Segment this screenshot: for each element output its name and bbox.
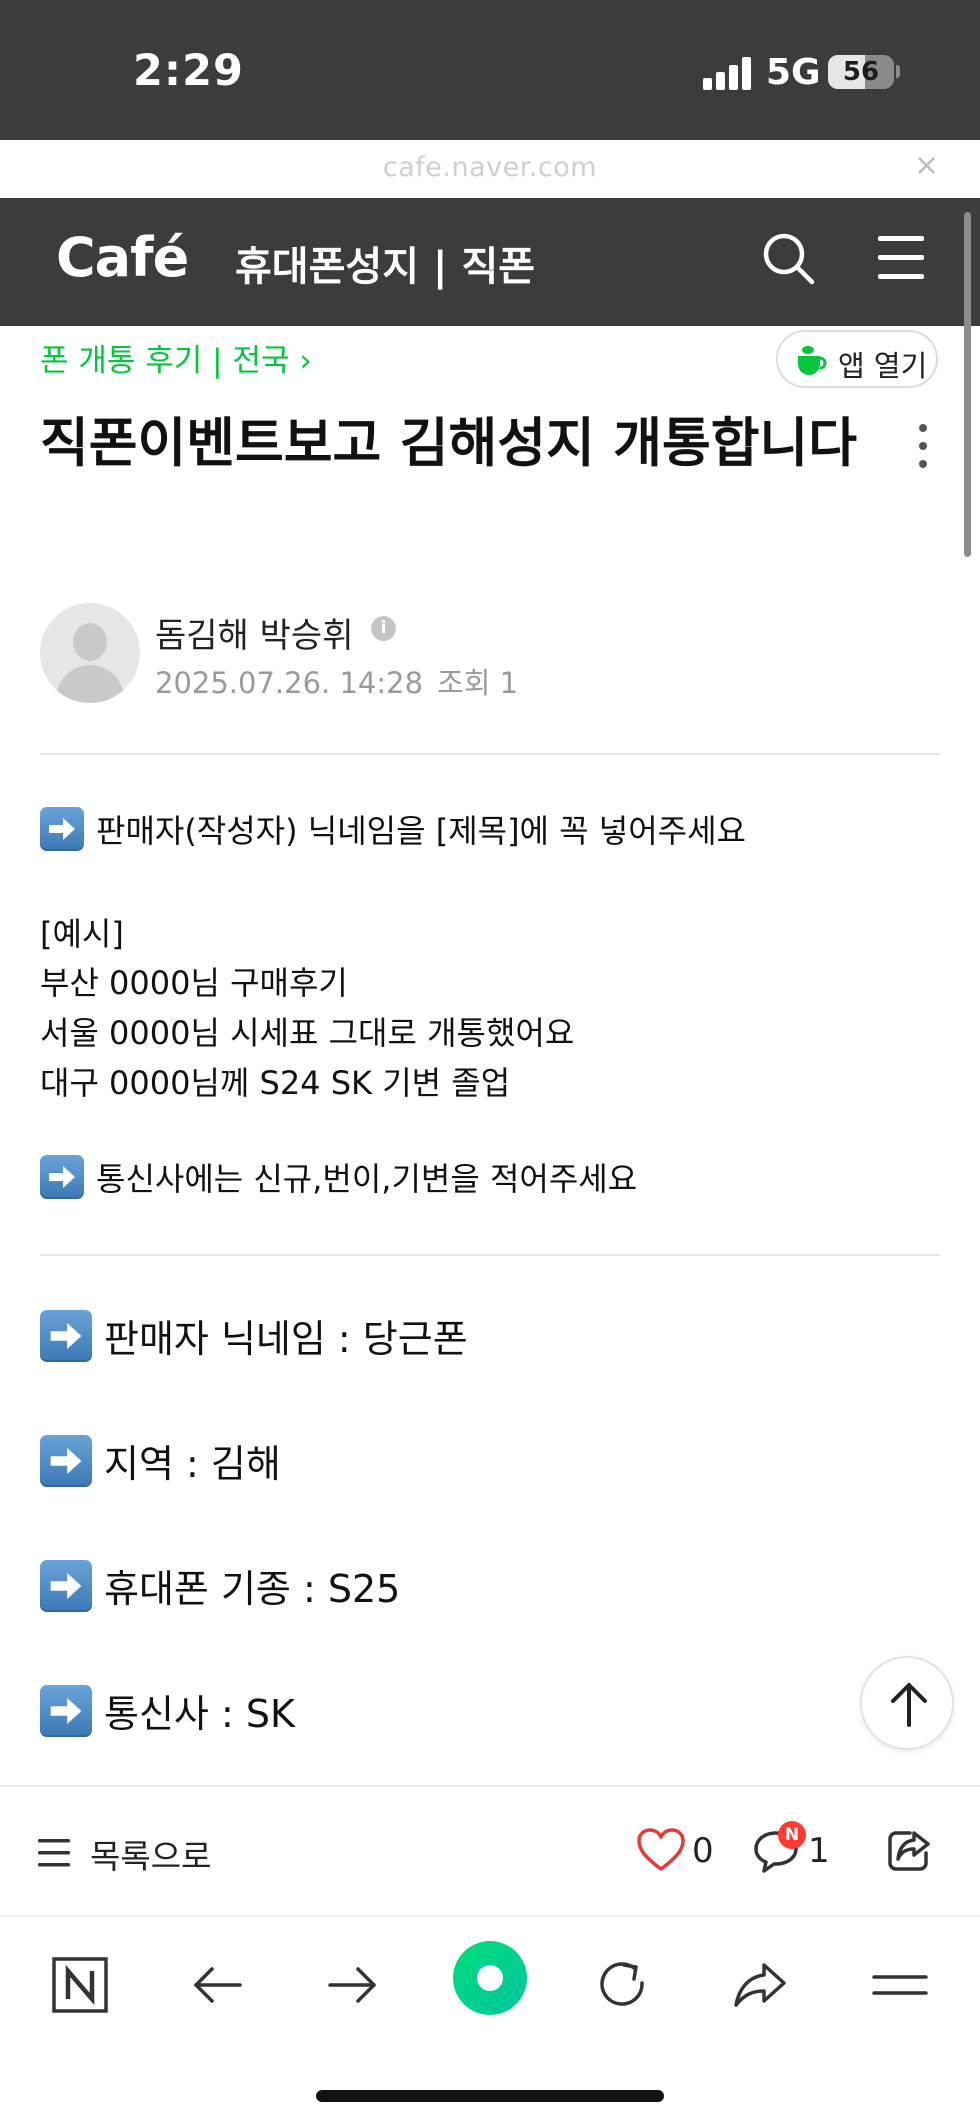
- naver-n-icon[interactable]: [50, 1955, 110, 2015]
- page-scrollbar[interactable]: [964, 212, 971, 557]
- forward-arrow-icon[interactable]: [322, 1955, 382, 2015]
- green-dot-home-button[interactable]: [453, 1941, 527, 2015]
- right-arrow-icon: [40, 1155, 84, 1199]
- search-icon[interactable]: [760, 230, 816, 286]
- address-bar-url[interactable]: cafe.naver.com: [0, 152, 980, 183]
- example-line: 서울 0000님 시세표 그대로 개통했어요: [40, 1014, 575, 1052]
- tabs-menu-icon[interactable]: [870, 1955, 930, 2015]
- battery-icon: 56: [828, 55, 894, 89]
- field-carrier: 통신사 : SK: [40, 1683, 295, 1738]
- post-title: 직폰이벤트보고 김해성지 개통합니다: [40, 413, 858, 474]
- breadcrumb[interactable]: 폰 개통 후기 | 전국 ›: [40, 335, 312, 380]
- cafe-logo[interactable]: Café: [56, 226, 189, 289]
- heart-icon: [637, 1828, 685, 1871]
- right-arrow-icon: [40, 1309, 92, 1362]
- share-arrow-icon[interactable]: [730, 1955, 790, 2015]
- signal-icon: [703, 56, 753, 90]
- right-arrow-icon: [40, 1559, 92, 1612]
- scroll-to-top-button[interactable]: [860, 1656, 954, 1750]
- more-options-icon[interactable]: [916, 424, 930, 468]
- field-region: 지역 : 김해: [40, 1433, 281, 1488]
- coffee-cup-icon: [798, 346, 827, 375]
- battery-level: 56: [842, 57, 880, 87]
- right-arrow-icon: [40, 807, 84, 851]
- divider: [40, 753, 940, 755]
- cafe-title[interactable]: 휴대폰성지 | 직폰: [235, 234, 535, 292]
- back-arrow-icon[interactable]: [188, 1955, 248, 2015]
- field-seller: 판매자 닉네임 : 당근폰: [40, 1308, 468, 1363]
- reload-icon[interactable]: [594, 1955, 654, 2015]
- list-icon: [38, 1839, 70, 1867]
- author-name[interactable]: 돔김해 박승휘: [155, 608, 354, 657]
- comment-button[interactable]: N 1: [752, 1821, 832, 1881]
- post-action-bar: 목록으로 0 N 1: [0, 1785, 980, 1915]
- avatar[interactable]: [40, 603, 140, 703]
- home-indicator[interactable]: [316, 2090, 664, 2102]
- like-button[interactable]: 0: [636, 1825, 716, 1881]
- close-icon[interactable]: ×: [914, 148, 939, 183]
- share-button[interactable]: [884, 1827, 932, 1875]
- status-time: 2:29: [133, 46, 244, 96]
- share-icon: [888, 1831, 930, 1871]
- post-date: 2025.07.26. 14:28: [155, 666, 424, 700]
- notice-line: 통신사에는 신규,번이,기변을 적어주세요: [40, 1154, 637, 1200]
- comment-count: 1: [808, 1831, 830, 1871]
- like-count: 0: [692, 1831, 714, 1871]
- example-header: [예시]: [40, 915, 124, 953]
- status-bar: 2:29 5G 56 cafe.naver.com ×: [0, 0, 980, 183]
- arrow-up-icon: [891, 1683, 927, 1727]
- back-to-list-label: 목록으로: [90, 1837, 212, 1876]
- notice-line: 판매자(작성자) 닉네임을 [제목]에 꼭 넣어주세요: [40, 806, 746, 852]
- field-model: 휴대폰 기종 : S25: [40, 1558, 400, 1613]
- battery-tip: [896, 65, 900, 78]
- example-line: 부산 0000님 구매후기: [40, 964, 348, 1002]
- post-meta: 2025.07.26. 14:28 조회 1: [155, 660, 518, 702]
- open-app-button[interactable]: 앱 열기: [776, 330, 938, 388]
- right-arrow-icon: [40, 1684, 92, 1737]
- divider: [40, 1254, 940, 1256]
- example-line: 대구 0000님께 S24 SK 기변 졸업: [40, 1064, 511, 1102]
- new-badge: N: [778, 1821, 806, 1849]
- view-count: 조회 1: [437, 666, 519, 700]
- info-icon[interactable]: i: [371, 616, 396, 641]
- right-arrow-icon: [40, 1434, 92, 1487]
- network-type: 5G: [766, 52, 821, 93]
- cafe-header: Café 휴대폰성지 | 직폰: [0, 198, 980, 326]
- hamburger-menu-icon[interactable]: [878, 236, 928, 282]
- open-app-label: 앱 열기: [838, 349, 928, 383]
